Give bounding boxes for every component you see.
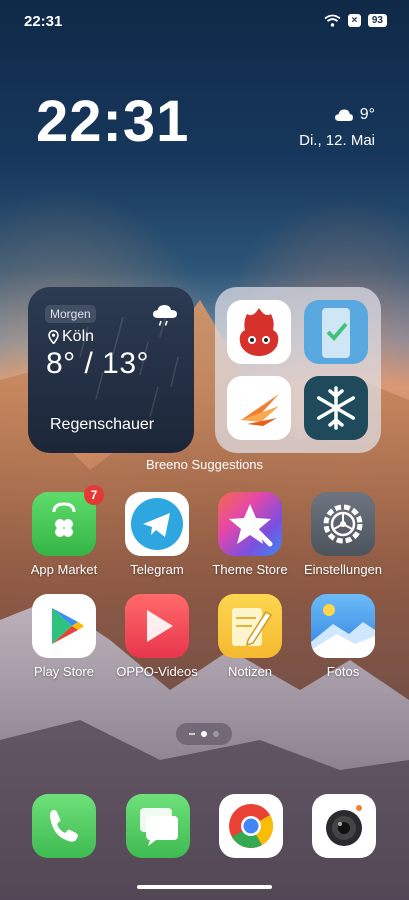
phone-clone-icon[interactable] <box>304 300 368 364</box>
antutu-icon[interactable] <box>227 300 291 364</box>
app-theme-store[interactable]: Theme Store <box>204 492 296 577</box>
weather-temp: 9° <box>359 106 375 123</box>
dock-phone-icon[interactable] <box>32 794 96 858</box>
weather-condition: Regenschauer <box>50 416 155 433</box>
status-bar: 22:31 × 93 <box>24 13 387 33</box>
clock-widget-time[interactable]: 22:31 <box>36 88 189 155</box>
play-store-icon <box>32 594 96 658</box>
location-pin-icon <box>48 330 59 344</box>
status-time: 22:31 <box>24 13 63 30</box>
telegram-icon <box>125 492 189 556</box>
dock-messages-icon[interactable] <box>126 794 190 858</box>
settings-gear-icon <box>311 492 375 556</box>
battery-indicator: 93 <box>367 14 387 27</box>
dock-chrome-icon[interactable] <box>219 794 283 858</box>
date-label: Di., 12. Mai <box>299 132 375 149</box>
cloud-icon <box>334 109 353 121</box>
app-label: Fotos <box>326 664 360 679</box>
app-telegram[interactable]: Telegram <box>111 492 203 577</box>
city-name: Köln <box>62 328 95 345</box>
weather-city: Köln <box>48 328 94 346</box>
temp-range: 8° / 13° <box>46 347 150 380</box>
snowflake-icon[interactable] <box>304 376 368 440</box>
app-label: OPPO-Videos <box>116 664 198 679</box>
weather-widget[interactable]: Morgen Köln 8° / 13° Regenschauer <box>28 287 194 453</box>
app-notes[interactable]: Notizen <box>204 594 296 679</box>
video-play-icon <box>125 594 189 658</box>
app-play-store[interactable]: Play Store <box>18 594 110 679</box>
page-indicator[interactable] <box>176 723 232 745</box>
wifi-icon <box>324 14 341 27</box>
forecast-day-pill: Morgen <box>45 305 96 323</box>
app-label: Theme Store <box>212 562 288 577</box>
rain-cloud-icon <box>153 305 177 326</box>
app-settings[interactable]: Einstellungen <box>297 492 389 577</box>
notes-pencil-icon <box>218 594 282 658</box>
page-indicator-search <box>189 733 195 735</box>
notification-badge: 7 <box>84 485 104 505</box>
app-label: Einstellungen <box>303 562 383 577</box>
app-label: Telegram <box>130 562 184 577</box>
clock-widget-weather[interactable]: 9° Di., 12. Mai <box>299 106 375 149</box>
page-dot-active <box>201 731 207 737</box>
dock-camera-icon[interactable] <box>312 794 376 858</box>
app-folder-breeno[interactable] <box>215 287 381 453</box>
photos-icon <box>311 594 375 658</box>
app-oppo-videos[interactable]: OPPO-Videos <box>111 594 203 679</box>
folder-label: Breeno Suggestions <box>145 457 264 472</box>
theme-store-icon <box>218 492 282 556</box>
swift-icon[interactable] <box>227 376 291 440</box>
app-photos[interactable]: Fotos <box>297 594 389 679</box>
page-dot <box>213 731 219 737</box>
no-sim-icon: × <box>347 14 361 27</box>
app-label: App Market <box>30 562 98 577</box>
app-label: Notizen <box>227 664 273 679</box>
app-label: Play Store <box>34 664 94 679</box>
home-indicator-bar[interactable] <box>137 885 272 889</box>
